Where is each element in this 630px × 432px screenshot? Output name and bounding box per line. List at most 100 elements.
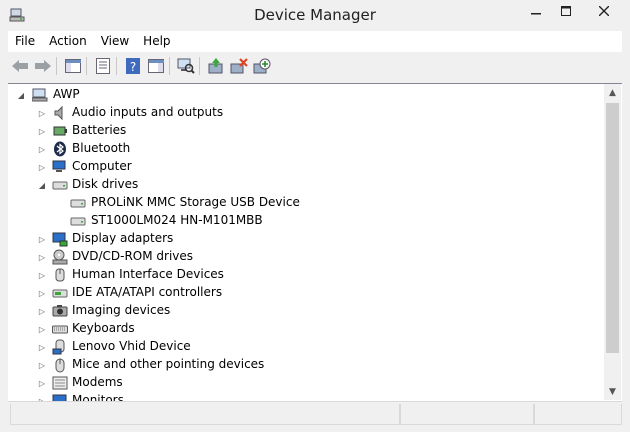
computer-icon bbox=[32, 88, 48, 102]
tree-node-bluetooth[interactable]: ▷ Bluetooth bbox=[8, 140, 604, 158]
vertical-scrollbar[interactable]: ▲ ▼ bbox=[604, 84, 621, 400]
tree-leaf-label: PROLiNK MMC Storage USB Device bbox=[91, 195, 300, 209]
tree-node-label: Lenovo Vhid Device bbox=[72, 339, 191, 353]
tree-node-audio[interactable]: ▷ Audio inputs and outputs bbox=[8, 104, 604, 122]
action-pane-button[interactable] bbox=[146, 56, 166, 76]
title-bar: Device Manager bbox=[0, 0, 630, 31]
expand-arrow-icon[interactable]: ▷ bbox=[37, 252, 47, 262]
expand-arrow-icon[interactable]: ▷ bbox=[37, 342, 47, 352]
close-icon bbox=[599, 6, 609, 16]
tree-node-computer[interactable]: ▷ Computer bbox=[8, 158, 604, 176]
tree-node-modems[interactable]: ▷ Modems bbox=[8, 374, 604, 392]
tree-node-label: DVD/CD-ROM drives bbox=[72, 249, 194, 263]
svg-text:?: ? bbox=[130, 60, 136, 74]
tree-node-label: Batteries bbox=[72, 123, 127, 137]
expand-arrow-icon[interactable]: ▷ bbox=[37, 378, 47, 388]
expand-arrow-icon[interactable]: ▷ bbox=[37, 234, 47, 244]
scan-hardware-icon bbox=[177, 58, 195, 74]
tree-leaf-prolink[interactable]: PROLiNK MMC Storage USB Device bbox=[8, 194, 604, 212]
battery-icon bbox=[53, 126, 67, 136]
forward-icon bbox=[35, 60, 51, 72]
toolbar-separator bbox=[56, 57, 57, 75]
hid-icon bbox=[55, 268, 65, 282]
scroll-up-arrow-icon[interactable]: ▲ bbox=[604, 84, 621, 101]
menu-bar: File Action View Help bbox=[8, 31, 622, 52]
tree-root-label: AWP bbox=[53, 87, 80, 101]
monitor-icon bbox=[52, 394, 67, 401]
tree-node-label: IDE ATA/ATAPI controllers bbox=[72, 285, 223, 299]
expand-arrow-icon[interactable]: ▷ bbox=[37, 360, 47, 370]
tree-node-lenovo[interactable]: ▷ Lenovo Vhid Device bbox=[8, 338, 604, 356]
tree-leaf-st1000[interactable]: ST1000LM024 HN-M101MBB bbox=[8, 212, 604, 230]
expand-arrow-icon[interactable]: ▷ bbox=[37, 162, 47, 172]
expand-arrow-icon[interactable]: ▷ bbox=[37, 306, 47, 316]
tree-node-monitors[interactable]: ▷ Monitors bbox=[8, 392, 604, 401]
tree-node-label: Human Interface Devices bbox=[72, 267, 224, 281]
menu-file[interactable]: File bbox=[8, 31, 42, 52]
properties-icon bbox=[96, 58, 110, 74]
close-button[interactable] bbox=[583, 0, 625, 22]
show-hide-console-tree-button[interactable] bbox=[63, 56, 83, 76]
expand-arrow-icon[interactable]: ▷ bbox=[37, 108, 47, 118]
minimize-button[interactable] bbox=[519, 0, 553, 22]
forward-button[interactable] bbox=[33, 56, 53, 76]
tree-node-label: Display adapters bbox=[72, 231, 174, 245]
tree-node-disk-drives[interactable]: ◢ Disk drives bbox=[8, 176, 604, 194]
back-icon bbox=[12, 60, 28, 72]
maximize-button[interactable] bbox=[549, 0, 583, 22]
toolbar: ? bbox=[8, 53, 622, 79]
expand-arrow-icon[interactable]: ▷ bbox=[37, 270, 47, 280]
expand-arrow-icon[interactable]: ▷ bbox=[37, 324, 47, 334]
tree-node-label: Keyboards bbox=[72, 321, 135, 335]
help-button[interactable]: ? bbox=[123, 56, 143, 76]
disk-drive-icon bbox=[70, 199, 86, 208]
tree-node-batteries[interactable]: ▷ Batteries bbox=[8, 122, 604, 140]
disk-drive-icon bbox=[70, 217, 86, 226]
tree-node-imaging[interactable]: ▷ Imaging devices bbox=[8, 302, 604, 320]
add-legacy-hardware-button[interactable] bbox=[252, 56, 272, 76]
keyboard-icon bbox=[52, 325, 68, 334]
scrollbar-thumb[interactable] bbox=[606, 103, 619, 353]
add-legacy-hardware-icon bbox=[253, 58, 271, 74]
menu-action[interactable]: Action bbox=[42, 31, 94, 52]
device-tree[interactable]: ◢ AWP ▷ Audio inputs and outputs ▷ Batte… bbox=[8, 83, 622, 401]
expand-arrow-icon[interactable]: ▷ bbox=[37, 126, 47, 136]
tree-node-label: Imaging devices bbox=[72, 303, 171, 317]
tree-node-hid[interactable]: ▷ Human Interface Devices bbox=[8, 266, 604, 284]
expand-arrow-icon[interactable]: ▷ bbox=[37, 144, 47, 154]
status-bar bbox=[8, 401, 622, 426]
tree-node-label: Modems bbox=[72, 375, 123, 389]
scan-hardware-button[interactable] bbox=[176, 56, 196, 76]
expand-arrow-icon[interactable]: ▷ bbox=[37, 288, 47, 298]
scroll-down-arrow-icon[interactable]: ▼ bbox=[604, 383, 621, 400]
tree-leaf-label: ST1000LM024 HN-M101MBB bbox=[91, 213, 263, 227]
back-button[interactable] bbox=[10, 56, 30, 76]
update-driver-button[interactable] bbox=[206, 56, 226, 76]
tree-node-label: Disk drives bbox=[72, 177, 139, 191]
modem-icon bbox=[52, 376, 68, 390]
mouse-icon bbox=[55, 358, 65, 373]
tree-node-dvd[interactable]: ▷ DVD/CD-ROM drives bbox=[8, 248, 604, 266]
tree-root-awp[interactable]: ◢ AWP bbox=[8, 86, 604, 104]
status-pane bbox=[534, 404, 622, 425]
tree-node-label: Computer bbox=[72, 159, 132, 173]
help-icon: ? bbox=[126, 58, 140, 74]
tree-node-mice[interactable]: ▷ Mice and other pointing devices bbox=[8, 356, 604, 374]
status-pane bbox=[10, 404, 400, 425]
show-hide-console-tree-icon bbox=[65, 59, 81, 73]
tree-node-display-adapters[interactable]: ▷ Display adapters bbox=[8, 230, 604, 248]
menu-help[interactable]: Help bbox=[136, 31, 177, 52]
lenovo-device-icon bbox=[52, 339, 65, 355]
collapse-arrow-icon[interactable]: ◢ bbox=[37, 180, 47, 190]
collapse-arrow-icon[interactable]: ◢ bbox=[16, 90, 26, 100]
tree-node-ide[interactable]: ▷ IDE ATA/ATAPI controllers bbox=[8, 284, 604, 302]
toolbar-separator bbox=[86, 57, 87, 75]
uninstall-button[interactable] bbox=[229, 56, 249, 76]
properties-button[interactable] bbox=[93, 56, 113, 76]
uninstall-icon bbox=[230, 58, 248, 74]
menu-view[interactable]: View bbox=[94, 31, 136, 52]
tree-node-keyboards[interactable]: ▷ Keyboards bbox=[8, 320, 604, 338]
minimize-icon bbox=[531, 13, 541, 15]
toolbar-separator bbox=[116, 57, 117, 75]
status-pane bbox=[400, 404, 534, 425]
